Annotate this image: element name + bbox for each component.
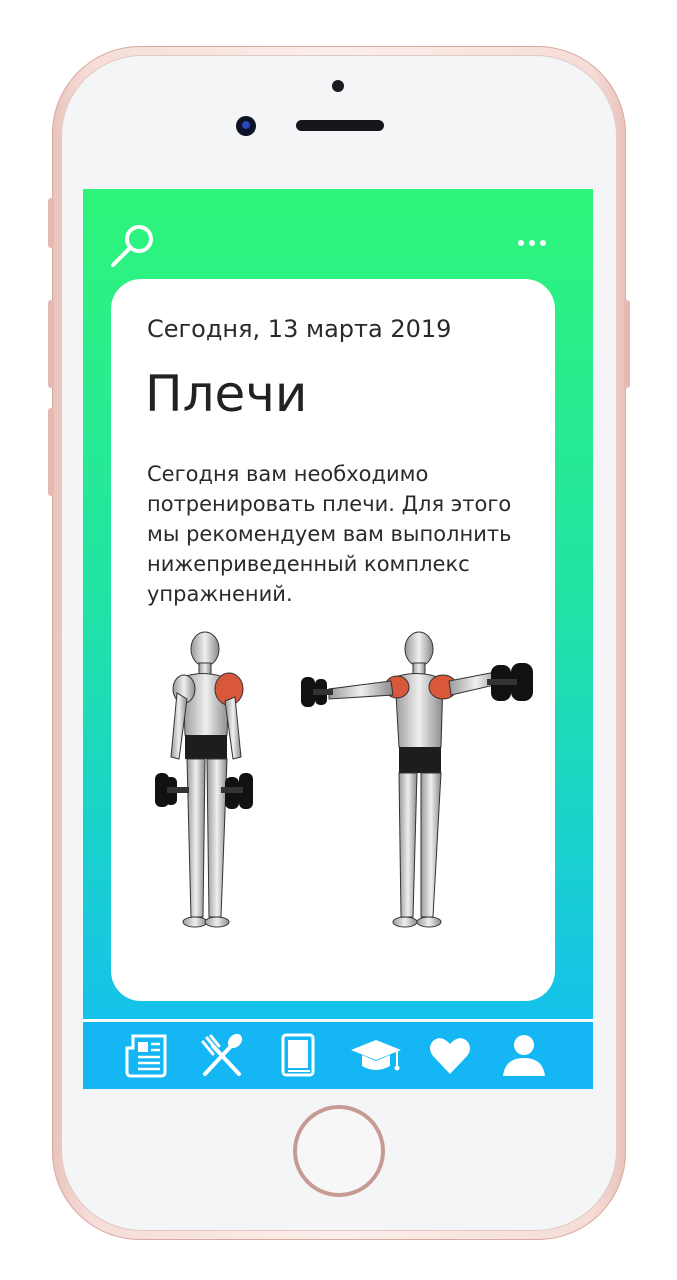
- mute-switch: [48, 198, 54, 248]
- tab-profile[interactable]: [501, 1032, 547, 1078]
- volume-up-button: [48, 300, 54, 388]
- power-button: [624, 300, 630, 388]
- date-label: Сегодня, 13 марта 2019: [147, 315, 452, 343]
- front-camera: [236, 116, 256, 136]
- more-button[interactable]: [515, 233, 551, 253]
- workout-card: Сегодня, 13 марта 2019 Плечи Сегодня вам…: [111, 279, 555, 1001]
- tab-library[interactable]: [275, 1032, 321, 1078]
- figure-arms-down: [155, 631, 253, 928]
- graduation-cap-icon: [351, 1040, 401, 1071]
- earpiece-speaker: [296, 120, 384, 131]
- bottom-tab-bar: [83, 1019, 593, 1089]
- workout-description: Сегодня вам необходимо потренировать пле…: [147, 462, 512, 606]
- tab-education[interactable]: [349, 1032, 403, 1078]
- tab-favorites[interactable]: [427, 1032, 473, 1078]
- volume-down-button: [48, 408, 54, 496]
- proximity-sensor: [332, 80, 344, 92]
- more-dots-icon: [518, 240, 546, 246]
- search-icon: [111, 225, 153, 267]
- heart-icon: [430, 1038, 470, 1074]
- tab-news[interactable]: [123, 1032, 169, 1078]
- newspaper-icon: [125, 1034, 167, 1078]
- fork-spoon-icon: [201, 1033, 243, 1076]
- search-button[interactable]: [107, 219, 159, 271]
- page-title: Плечи: [145, 365, 308, 423]
- tab-nutrition[interactable]: [199, 1032, 245, 1078]
- shoulder-exercise-illustration: [155, 631, 533, 928]
- app-screen: Сегодня, 13 марта 2019 Плечи Сегодня вам…: [83, 189, 593, 1089]
- home-button[interactable]: [293, 1105, 385, 1197]
- book-icon: [281, 1033, 315, 1077]
- figure-arms-raised: [301, 631, 533, 928]
- user-icon: [503, 1035, 545, 1076]
